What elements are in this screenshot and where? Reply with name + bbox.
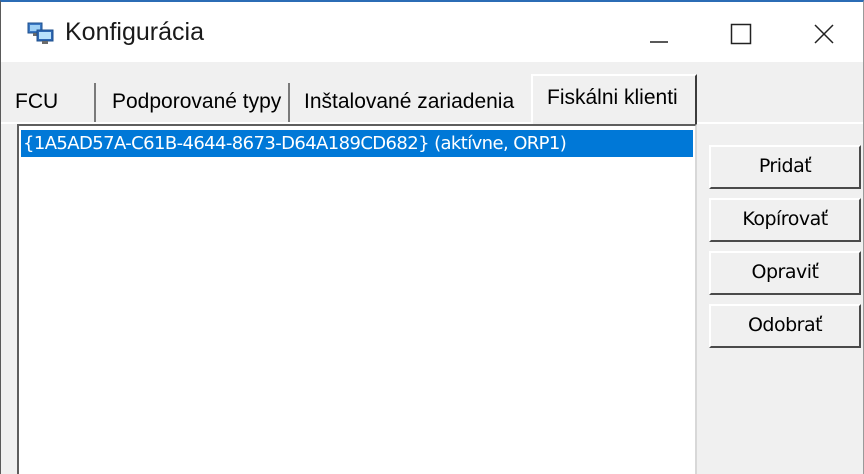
tab-installed-devices[interactable]: Inštalované zariadenia xyxy=(290,83,530,122)
list-item[interactable]: {1A5AD57A-C61B-4644-8673-D64A189CD682} (… xyxy=(21,130,693,157)
tab-strip: FCU Podporované typy Inštalované zariade… xyxy=(1,62,863,124)
edit-button[interactable]: Opraviť xyxy=(709,251,861,295)
close-icon xyxy=(814,24,834,44)
maximize-button[interactable] xyxy=(699,4,781,62)
tab-fiscal-clients[interactable]: Fiskálni klienti xyxy=(531,74,697,124)
fiscal-clients-list[interactable]: {1A5AD57A-C61B-4644-8673-D64A189CD682} (… xyxy=(17,124,697,474)
tab-supported-types[interactable]: Podporované typy xyxy=(96,83,290,122)
config-window: Konfigurácia FCU Podporované typy Inštal… xyxy=(0,0,864,474)
window-title: Konfigurácia xyxy=(65,18,204,46)
tab-label: FCU xyxy=(15,90,59,113)
tab-panel-border xyxy=(697,122,863,124)
remove-button[interactable]: Odobrať xyxy=(709,304,861,348)
tab-label: Podporované typy xyxy=(112,90,282,113)
minimize-button[interactable] xyxy=(617,4,699,62)
title-bar[interactable]: Konfigurácia xyxy=(1,2,863,62)
close-button[interactable] xyxy=(781,4,863,62)
tab-label: Inštalované zariadenia xyxy=(304,90,515,113)
tab-fcu[interactable]: FCU xyxy=(1,83,96,122)
maximize-icon xyxy=(730,23,752,45)
copy-button[interactable]: Kopírovať xyxy=(709,198,861,242)
minimize-icon xyxy=(650,41,668,43)
network-computers-icon xyxy=(27,22,54,44)
add-button[interactable]: Pridať xyxy=(709,145,861,189)
tab-label: Fiskálni klienti xyxy=(547,86,678,109)
